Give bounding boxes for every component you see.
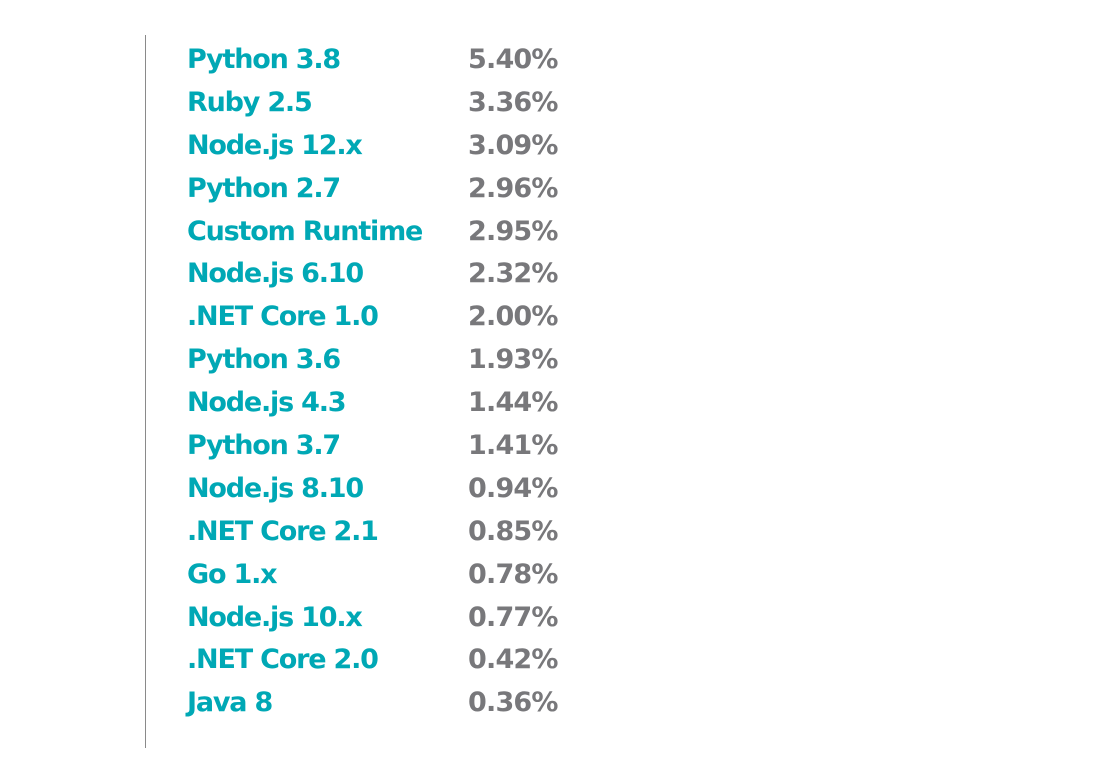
runtime-share-value: 1.93% <box>468 344 558 376</box>
runtime-label: Python 3.7 <box>187 430 341 462</box>
runtime-label: Java 8 <box>187 687 273 719</box>
runtime-share-value: 0.77% <box>468 601 558 633</box>
runtime-label: Node.js 4.3 <box>187 387 347 419</box>
runtime-label: Go 1.x <box>187 558 278 590</box>
runtime-share-value: 0.42% <box>468 644 558 676</box>
runtime-label: Python 3.6 <box>187 344 341 376</box>
runtime-share-value: 0.36% <box>468 687 558 719</box>
runtime-share-value: 0.85% <box>468 515 558 547</box>
runtime-label: Node.js 10.x <box>187 601 363 633</box>
runtime-label: Custom Runtime <box>187 215 423 247</box>
runtime-share-value: 5.40% <box>468 44 558 75</box>
runtime-label: Node.js 6.10 <box>187 258 364 290</box>
vertical-divider <box>145 35 146 748</box>
runtime-share-value: 0.78% <box>468 558 558 590</box>
runtime-share-value: 2.32% <box>468 258 558 290</box>
runtime-label: Node.js 8.10 <box>187 472 364 504</box>
runtime-label: .NET Core 2.1 <box>187 515 379 547</box>
runtime-share-value: 3.36% <box>468 86 558 118</box>
runtime-share-value: 2.96% <box>468 172 558 204</box>
runtime-label: Python 3.8 <box>187 44 341 75</box>
runtime-label: .NET Core 1.0 <box>187 301 379 333</box>
runtime-label: Python 2.7 <box>187 172 341 204</box>
runtime-share-value: 0.94% <box>468 472 558 504</box>
runtime-label: Node.js 12.x <box>187 129 363 161</box>
runtime-label: .NET Core 2.0 <box>187 644 379 676</box>
runtime-share-value: 2.95% <box>468 215 558 247</box>
runtime-label: Ruby 2.5 <box>187 86 313 118</box>
runtime-share-value: 2.00% <box>468 301 558 333</box>
runtime-share-value: 1.41% <box>468 430 558 462</box>
runtime-share-value: 3.09% <box>468 129 558 161</box>
runtime-share-value: 1.44% <box>468 387 558 419</box>
